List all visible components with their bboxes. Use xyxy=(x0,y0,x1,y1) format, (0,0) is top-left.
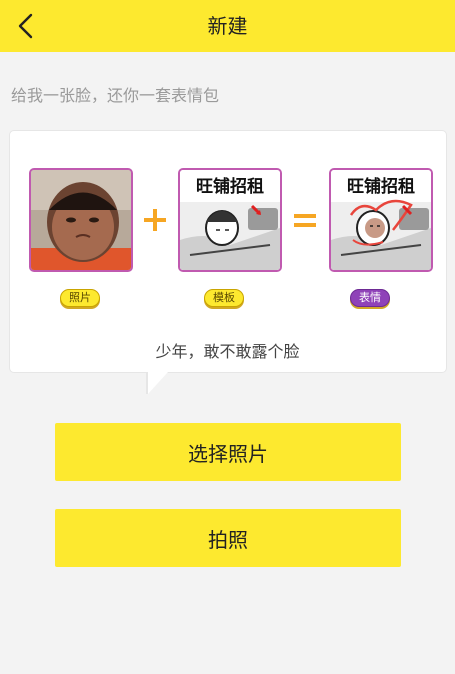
equals-icon xyxy=(290,200,320,240)
intro-subtitle: 给我一张脸，还你一套表情包 xyxy=(11,86,220,105)
result-caption-text: 旺铺招租 xyxy=(347,176,415,197)
nav-bar: 新建 xyxy=(0,0,455,52)
template-caption-text: 旺铺招租 xyxy=(196,176,264,197)
choose-photo-button[interactable]: 选择照片 xyxy=(55,423,401,481)
example-result-image: 旺铺招租 xyxy=(329,168,433,272)
plus-icon xyxy=(140,200,170,240)
take-photo-button[interactable]: 拍照 xyxy=(55,509,401,567)
result-tag: 表情 xyxy=(350,289,390,307)
card-tail xyxy=(148,372,168,394)
example-photo-image xyxy=(29,168,133,272)
template-tag: 模板 xyxy=(204,289,244,307)
example-template-image: 旺铺招租 xyxy=(178,168,282,272)
page-title: 新建 xyxy=(207,14,248,38)
photo-tag: 照片 xyxy=(60,289,100,307)
example-caption: 少年，敢不敢露个脸 xyxy=(155,342,300,361)
